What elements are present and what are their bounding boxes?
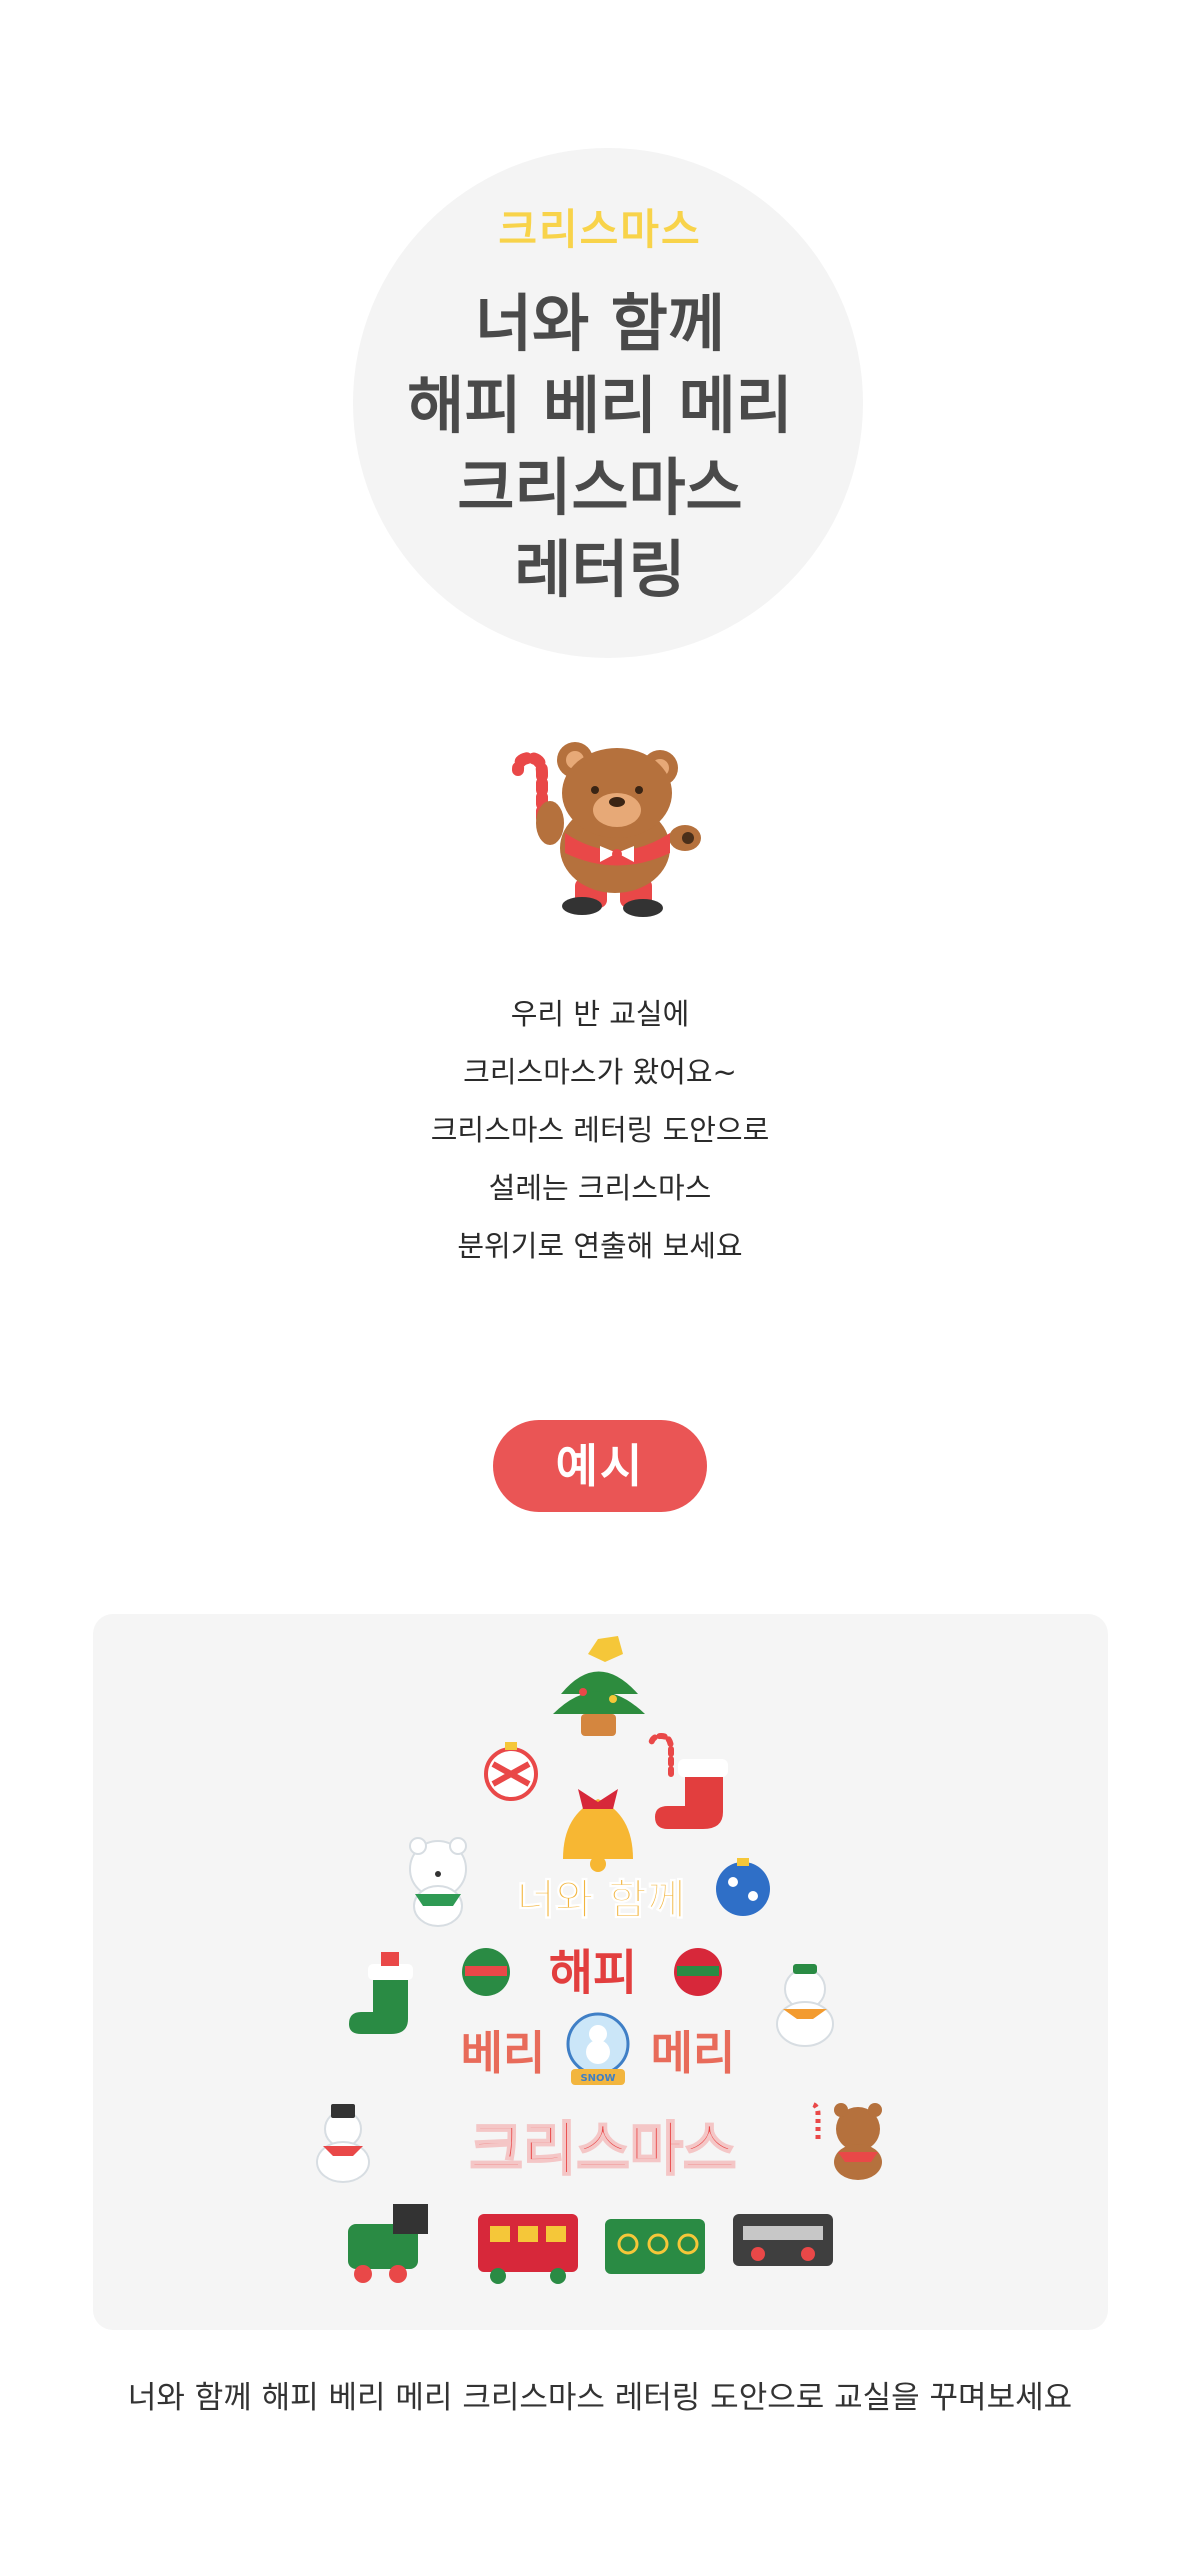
lettering-line3-left: 베리 [461,2026,546,2080]
description-line: 설레는 크리스마스 [488,1171,712,1205]
caption: 너와 함께 해피 베리 메리 크리스마스 레터링 도안으로 교실을 꾸며보세요 [127,2380,1073,2416]
example-card: 너와 함께 해피 베리 메리 SNOW 크리스마스 [93,1614,1108,2330]
polar-bear-icon [409,1837,467,1927]
snowman-icon [776,1964,834,2047]
ornament-icon [484,1742,538,1801]
description-line: 분위기로 연출해 보세요 [457,1229,743,1263]
example-label: 예시 [493,1420,707,1512]
hero-title: 너와 함께 해피 베리 메리 크리스마스 레터링 [0,283,1200,611]
description-line: 크리스마스 레터링 도안으로 [430,1113,770,1147]
bell-icon [563,1789,633,1872]
ornament-icon [462,1948,510,1996]
snowman-icon [316,2104,370,2183]
christmas-tree-icon [553,1636,645,1736]
hero-subtitle: 크리스마스 [498,205,702,254]
stocking-icon [349,1952,413,2034]
ornament-icon [674,1948,722,1996]
lettering-line2: 해피 [549,1945,637,2001]
bear-illustration [500,728,720,928]
description: 우리 반 교실에 크리스마스가 왔어요~ 크리스마스 레터링 도안으로 설레는 … [0,985,1200,1275]
lettering-line4: 크리스마스 [470,2115,737,2183]
stocking-icon [648,1732,728,1829]
description-line: 우리 반 교실에 [510,997,690,1031]
hero-title-line: 너와 함께 [475,287,725,360]
example-illustration: 너와 함께 해피 베리 메리 SNOW 크리스마스 [316,1636,882,2284]
lettering-line1: 너와 함께 [516,1875,685,1924]
train-icon [348,2204,833,2284]
hero-title-line: 레터링 [514,533,686,606]
description-line: 크리스마스가 왔어요~ [463,1055,737,1089]
candy-cane-icon [512,751,548,824]
hero-title-line: 해피 베리 메리 [407,369,793,442]
lettering-line3-right: 메리 [651,2026,736,2080]
snow-globe-text: SNOW [580,2073,615,2084]
hero-title-line: 크리스마스 [457,451,743,524]
snow-globe-icon: SNOW [566,2012,630,2085]
bear-icon [809,2101,882,2180]
ornament-blue-icon [716,1858,770,1916]
